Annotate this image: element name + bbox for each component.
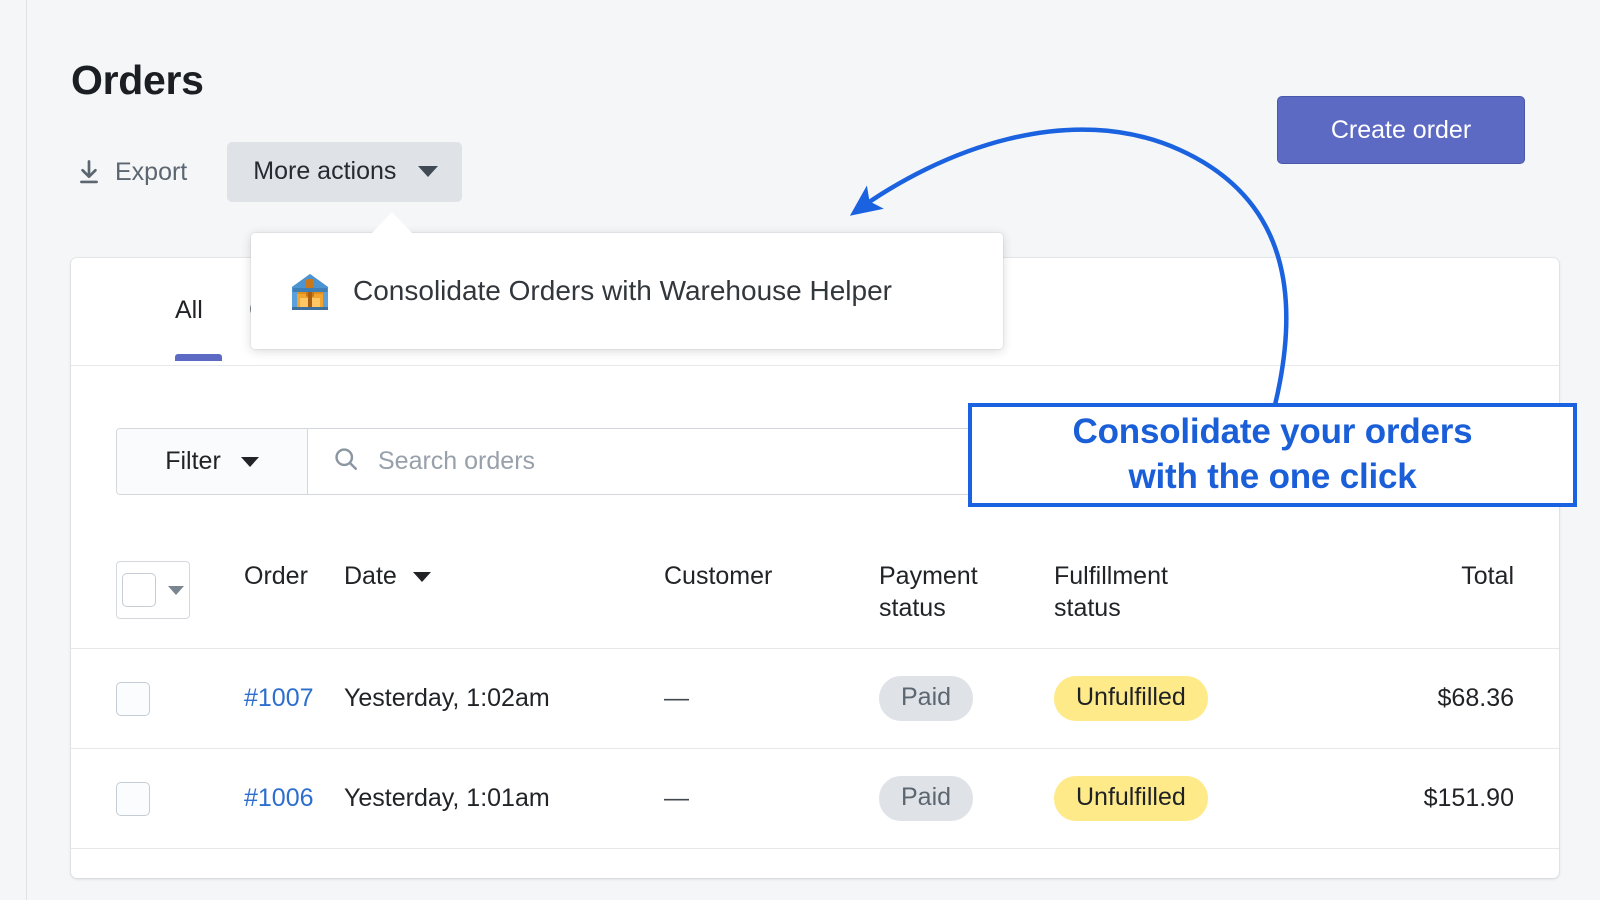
column-header-date-label: Date: [344, 562, 397, 590]
column-header-date[interactable]: Date: [344, 561, 664, 593]
orders-table: Order Date Customer Payment status Fulfi…: [71, 543, 1559, 868]
order-number-cell: #1007: [244, 684, 344, 713]
table-row[interactable]: #1006 Yesterday, 1:01am — Paid Unfulfill…: [71, 748, 1559, 848]
order-payment-status-cell: Paid: [879, 776, 1054, 821]
select-all-control[interactable]: [116, 561, 190, 619]
checkbox-unchecked-icon[interactable]: [122, 573, 156, 607]
select-all-cell: [116, 561, 244, 619]
more-actions-label: More actions: [253, 157, 397, 185]
order-link[interactable]: #1007: [244, 684, 314, 712]
more-actions-dropdown: Consolidate Orders with Warehouse Helper: [251, 233, 1003, 349]
order-number-cell: #1006: [244, 784, 344, 813]
order-fulfillment-status-cell: Unfulfilled: [1054, 776, 1269, 821]
filter-button[interactable]: Filter: [117, 429, 308, 494]
row-select-cell: [116, 781, 244, 816]
order-fulfillment-status-cell: Unfulfilled: [1054, 676, 1269, 721]
search-icon: [332, 445, 360, 478]
annotation-line-2: with the one click: [1128, 457, 1417, 496]
checkbox-unchecked-icon[interactable]: [116, 781, 150, 816]
orders-card: All Open Unfulfilled Unpaid Filter: [71, 258, 1559, 878]
column-header-customer[interactable]: Customer: [664, 561, 879, 593]
chevron-down-icon[interactable]: [168, 585, 184, 595]
table-row-divider: [71, 848, 1559, 868]
order-total-cell: $151.90: [1423, 784, 1514, 812]
order-date-cell: Yesterday, 1:02am: [344, 684, 550, 712]
export-label: Export: [115, 157, 188, 186]
status-badge: Unfulfilled: [1054, 676, 1208, 721]
page-title: Orders: [71, 57, 204, 103]
warehouse-icon: [289, 270, 331, 312]
column-header-order[interactable]: Order: [244, 561, 344, 593]
order-total-cell: $68.36: [1437, 684, 1514, 712]
popover-arrow: [371, 212, 413, 234]
order-link[interactable]: #1006: [244, 784, 314, 812]
download-icon: [75, 158, 103, 186]
create-order-button[interactable]: Create order: [1277, 96, 1525, 164]
chevron-down-icon: [240, 456, 259, 467]
table-row[interactable]: #1007 Yesterday, 1:02am — Paid Unfulfill…: [71, 648, 1559, 748]
filter-label: Filter: [165, 447, 221, 475]
column-header-payment-status[interactable]: Payment status: [879, 561, 1054, 624]
order-date-cell: Yesterday, 1:01am: [344, 784, 550, 812]
order-customer-cell: —: [664, 784, 689, 812]
row-select-cell: [116, 681, 244, 716]
checkbox-unchecked-icon[interactable]: [116, 681, 150, 716]
tab-all[interactable]: All: [175, 296, 203, 325]
column-header-total[interactable]: Total: [1269, 561, 1514, 593]
column-header-fulfillment-status[interactable]: Fulfillment status: [1054, 561, 1269, 624]
annotation-callout: Consolidate your orders with the one cli…: [968, 403, 1577, 507]
menu-item-consolidate-orders[interactable]: Consolidate Orders with Warehouse Helper: [289, 270, 892, 312]
status-badge: Unfulfilled: [1054, 776, 1208, 821]
export-button[interactable]: Export: [71, 152, 195, 193]
active-tab-indicator: [175, 354, 222, 361]
more-actions-button[interactable]: More actions: [227, 142, 463, 202]
table-header-row: Order Date Customer Payment status Fulfi…: [71, 543, 1559, 648]
orders-page: Orders Export More actions Create order …: [0, 0, 1600, 900]
status-badge: Paid: [879, 776, 974, 821]
annotation-line-1: Consolidate your orders: [1072, 412, 1473, 452]
order-customer-cell: —: [664, 684, 689, 712]
left-rail-divider: [0, 0, 27, 900]
order-payment-status-cell: Paid: [879, 676, 1054, 721]
chevron-down-icon[interactable]: [412, 571, 431, 582]
status-badge: Paid: [879, 676, 974, 721]
menu-item-label: Consolidate Orders with Warehouse Helper: [353, 275, 892, 306]
chevron-down-icon: [418, 166, 439, 177]
page-actions-row: Export More actions: [71, 142, 463, 202]
